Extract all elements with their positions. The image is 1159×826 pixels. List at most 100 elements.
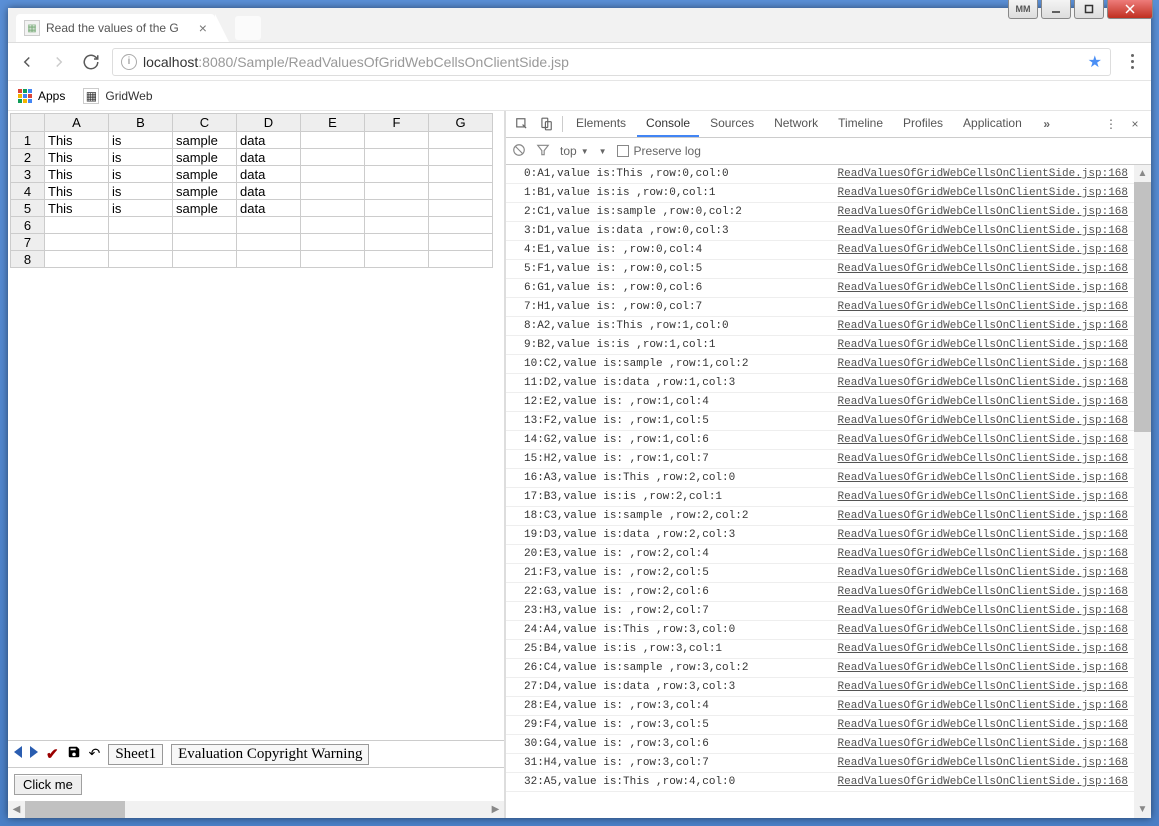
row-header[interactable]: 8 [11, 251, 45, 268]
grid-cell[interactable]: data [237, 200, 301, 217]
grid-cell[interactable] [365, 132, 429, 149]
grid-cell[interactable]: is [109, 132, 173, 149]
grid-cell[interactable]: is [109, 200, 173, 217]
column-header[interactable]: F [365, 114, 429, 132]
grid-cell[interactable]: data [237, 183, 301, 200]
scroll-thumb[interactable] [1134, 182, 1151, 432]
bookmark-star-icon[interactable]: ★ [1088, 52, 1102, 72]
console-source-link[interactable]: ReadValuesOfGridWebCellsOnClientSide.jsp… [838, 412, 1128, 430]
grid-cell[interactable] [301, 251, 365, 268]
row-header[interactable]: 1 [11, 132, 45, 149]
grid-cell[interactable] [429, 149, 493, 166]
console-source-link[interactable]: ReadValuesOfGridWebCellsOnClientSide.jsp… [838, 678, 1128, 696]
grid-cell[interactable]: sample [173, 149, 237, 166]
grid-cell[interactable]: This [45, 132, 109, 149]
url-bar[interactable]: i localhost:8080/Sample/ReadValuesOfGrid… [112, 48, 1111, 76]
click-me-button[interactable]: Click me [14, 774, 82, 795]
browser-tab[interactable]: ▦ Read the values of the G × [16, 14, 215, 42]
grid-cell[interactable] [429, 234, 493, 251]
console-output[interactable]: 0:A1,value is:This ,row:0,col:0ReadValue… [506, 165, 1134, 818]
grid-cell[interactable] [109, 234, 173, 251]
grid-cell[interactable]: This [45, 166, 109, 183]
devtools-tab-network[interactable]: Network [765, 111, 827, 137]
devtools-tab-profiles[interactable]: Profiles [894, 111, 952, 137]
devtools-menu-icon[interactable]: ⋮ [1099, 117, 1123, 131]
vertical-scrollbar[interactable]: ▲ ▼ [1134, 165, 1151, 818]
log-level-dropdown[interactable]: ▼ [599, 147, 607, 156]
console-source-link[interactable]: ReadValuesOfGridWebCellsOnClientSide.jsp… [838, 393, 1128, 411]
scroll-down-icon[interactable]: ▼ [1134, 801, 1151, 818]
sheet-tab[interactable]: Sheet1 [108, 744, 163, 765]
grid-cell[interactable] [173, 217, 237, 234]
console-source-link[interactable]: ReadValuesOfGridWebCellsOnClientSide.jsp… [838, 583, 1128, 601]
grid-cell[interactable]: This [45, 200, 109, 217]
grid-cell[interactable]: sample [173, 132, 237, 149]
grid-cell[interactable] [173, 234, 237, 251]
devtools-tab-sources[interactable]: Sources [701, 111, 763, 137]
console-source-link[interactable]: ReadValuesOfGridWebCellsOnClientSide.jsp… [838, 488, 1128, 506]
spreadsheet-grid[interactable]: ABCDEFG 1Thisissampledata2Thisissampleda… [10, 113, 493, 268]
bookmark-gridweb[interactable]: ▦ GridWeb [83, 88, 152, 104]
grid-cell[interactable] [429, 200, 493, 217]
grid-undo-icon[interactable]: ↶ [89, 746, 101, 763]
grid-cell[interactable] [109, 251, 173, 268]
grid-cell[interactable]: is [109, 149, 173, 166]
inspect-element-icon[interactable] [510, 117, 534, 131]
horizontal-scrollbar[interactable]: ◀ ▶ [8, 801, 504, 818]
scroll-thumb[interactable] [25, 801, 125, 818]
column-header[interactable]: G [429, 114, 493, 132]
console-source-link[interactable]: ReadValuesOfGridWebCellsOnClientSide.jsp… [838, 298, 1128, 316]
forward-button[interactable] [48, 51, 70, 73]
grid-cell[interactable]: data [237, 132, 301, 149]
context-dropdown[interactable]: top ▼ [560, 144, 589, 158]
preserve-log-checkbox[interactable]: Preserve log [617, 144, 701, 158]
grid-prev-icon[interactable] [14, 746, 22, 763]
grid-cell[interactable] [429, 132, 493, 149]
grid-cell[interactable] [429, 166, 493, 183]
console-source-link[interactable]: ReadValuesOfGridWebCellsOnClientSide.jsp… [838, 735, 1128, 753]
console-source-link[interactable]: ReadValuesOfGridWebCellsOnClientSide.jsp… [838, 640, 1128, 658]
console-source-link[interactable]: ReadValuesOfGridWebCellsOnClientSide.jsp… [838, 260, 1128, 278]
browser-menu-icon[interactable] [1121, 54, 1143, 69]
column-header[interactable]: E [301, 114, 365, 132]
site-info-icon[interactable]: i [121, 54, 137, 70]
grid-cell[interactable] [365, 251, 429, 268]
grid-cell[interactable] [429, 251, 493, 268]
grid-cell[interactable]: data [237, 166, 301, 183]
grid-cell[interactable] [301, 183, 365, 200]
apps-button[interactable]: Apps [18, 89, 65, 103]
column-header[interactable]: B [109, 114, 173, 132]
grid-cell[interactable] [301, 234, 365, 251]
devtools-tab-console[interactable]: Console [637, 111, 699, 137]
console-source-link[interactable]: ReadValuesOfGridWebCellsOnClientSide.jsp… [838, 697, 1128, 715]
back-button[interactable] [16, 51, 38, 73]
grid-cell[interactable] [365, 217, 429, 234]
grid-next-icon[interactable] [30, 746, 38, 763]
grid-corner[interactable] [11, 114, 45, 132]
scroll-left-icon[interactable]: ◀ [8, 801, 25, 818]
grid-cell[interactable] [365, 183, 429, 200]
grid-cell[interactable] [429, 183, 493, 200]
filter-icon[interactable] [536, 143, 550, 160]
scroll-right-icon[interactable]: ▶ [487, 801, 504, 818]
console-source-link[interactable]: ReadValuesOfGridWebCellsOnClientSide.jsp… [838, 336, 1128, 354]
grid-cell[interactable]: This [45, 183, 109, 200]
console-source-link[interactable]: ReadValuesOfGridWebCellsOnClientSide.jsp… [838, 165, 1128, 183]
grid-cell[interactable] [173, 251, 237, 268]
console-source-link[interactable]: ReadValuesOfGridWebCellsOnClientSide.jsp… [838, 564, 1128, 582]
devtools-close-icon[interactable]: × [1123, 117, 1147, 131]
grid-cell[interactable] [365, 149, 429, 166]
grid-cell[interactable] [45, 251, 109, 268]
grid-cell[interactable] [301, 132, 365, 149]
row-header[interactable]: 3 [11, 166, 45, 183]
console-source-link[interactable]: ReadValuesOfGridWebCellsOnClientSide.jsp… [838, 450, 1128, 468]
grid-cell[interactable] [237, 217, 301, 234]
console-source-link[interactable]: ReadValuesOfGridWebCellsOnClientSide.jsp… [838, 279, 1128, 297]
tab-close-icon[interactable]: × [199, 20, 207, 36]
grid-cell[interactable] [109, 217, 173, 234]
grid-cell[interactable] [45, 234, 109, 251]
column-header[interactable]: D [237, 114, 301, 132]
minimize-button[interactable] [1041, 0, 1071, 19]
row-header[interactable]: 2 [11, 149, 45, 166]
column-header[interactable]: C [173, 114, 237, 132]
